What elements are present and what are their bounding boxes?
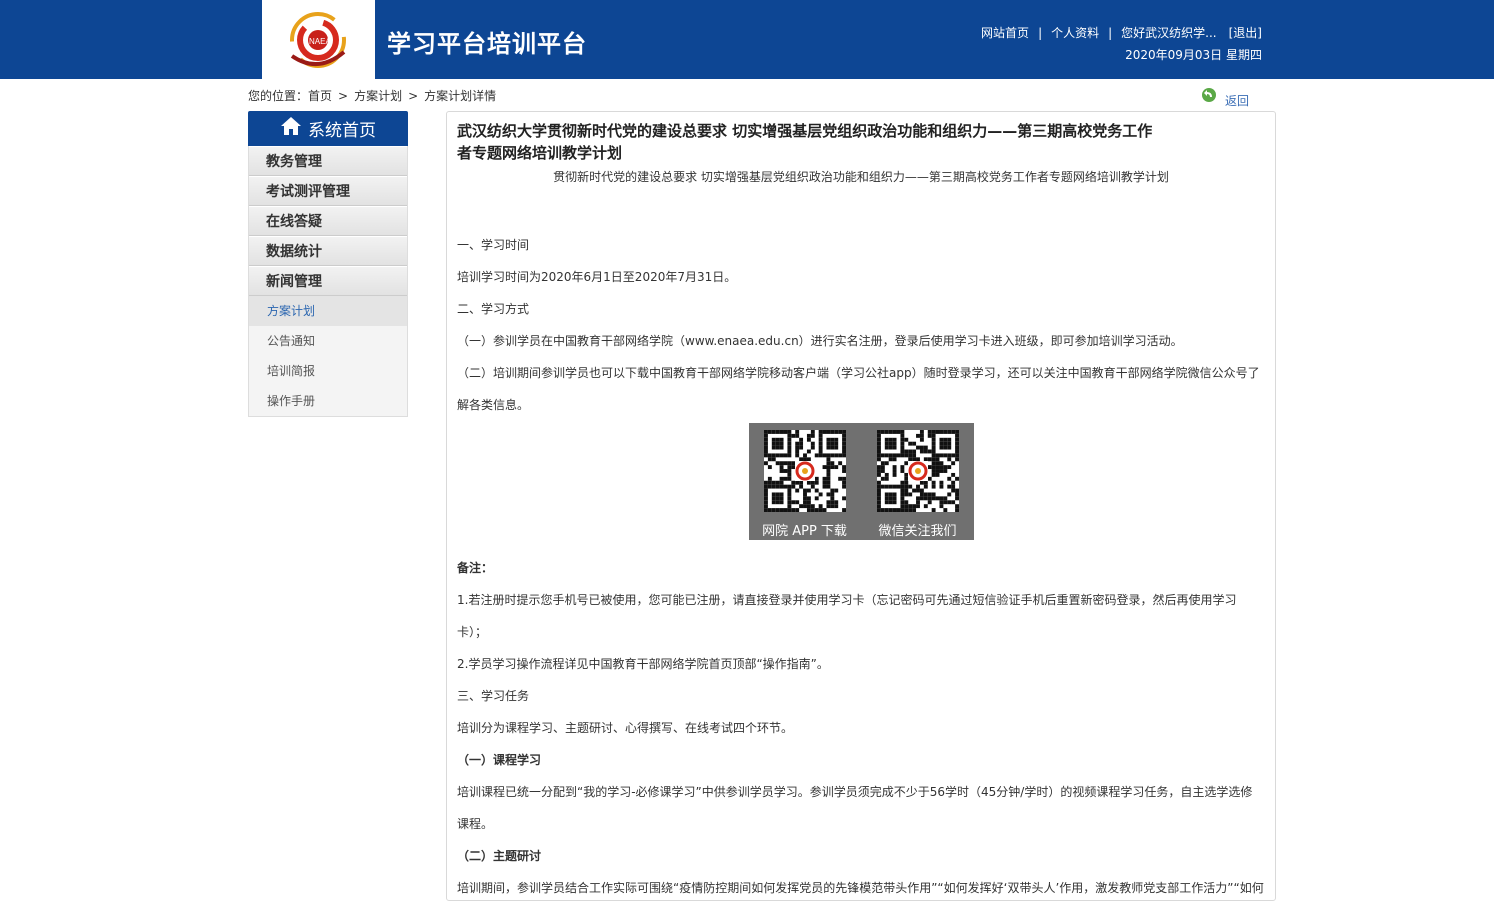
- qr-panel: 网院 APP 下载 微信关注我们: [748, 423, 974, 540]
- sidebar-item-stats[interactable]: 数据统计: [249, 236, 407, 266]
- breadcrumb-plans[interactable]: 方案计划: [354, 89, 402, 103]
- plan-subtitle: 贯彻新时代党的建设总要求 切实增强基层党组织政治功能和组织力——第三期高校党务工…: [553, 170, 1169, 184]
- sidebar-item-news[interactable]: 新闻管理: [249, 266, 407, 296]
- section-heading: 二、学习方式: [457, 302, 530, 316]
- home-link[interactable]: 网站首页: [981, 24, 1029, 41]
- home-icon: [280, 116, 302, 141]
- sidebar-home-button[interactable]: 系统首页: [248, 111, 408, 146]
- user-greeting[interactable]: 您好武汉纺织学...: [1121, 24, 1216, 41]
- sidebar-menu: 教务管理 考试测评管理 在线答疑 数据统计 新闻管理 方案计划 公告通知 培训简…: [248, 146, 408, 417]
- section-heading: 一、学习时间: [457, 238, 530, 252]
- breadcrumb-separator: >: [338, 89, 349, 103]
- paragraph: （一）参训学员在中国教育干部网络学院（www.enaea.edu.cn）进行实名…: [457, 334, 1183, 348]
- sidebar-sub-briefings[interactable]: 培训简报: [249, 356, 407, 386]
- paragraph: 培训学习时间为2020年6月1日至2020年7月31日。: [457, 270, 737, 284]
- paragraph: 培训分为课程学习、主题研讨、心得撰写、在线考试四个环节。: [457, 721, 794, 735]
- app-qr-caption: 网院 APP 下载: [762, 524, 847, 539]
- paragraph: 解各类信息。: [457, 398, 530, 412]
- back-arrow-icon: [1201, 87, 1217, 103]
- back-label: 返回: [1225, 94, 1250, 108]
- svg-text:NAEA: NAEA: [309, 37, 331, 46]
- sidebar-sub-notices[interactable]: 公告通知: [249, 326, 407, 356]
- section-heading: 三、学习任务: [457, 689, 530, 703]
- nav-separator: |: [1038, 25, 1043, 40]
- breadcrumb-separator: >: [408, 89, 419, 103]
- subsection-heading: （二）主题研讨: [457, 849, 542, 863]
- note-item: 卡）；: [457, 625, 488, 639]
- subsection-heading: （一）课程学习: [457, 753, 542, 767]
- sidebar-sub-manual[interactable]: 操作手册: [249, 386, 407, 416]
- paragraph: （二）培训期间参训学员也可以下载中国教育干部网络学院移动客户端（学习公社app）…: [457, 366, 1260, 380]
- sidebar-item-exams[interactable]: 考试测评管理: [249, 176, 407, 206]
- paragraph: 课程。: [457, 817, 494, 831]
- plan-detail-panel: 武汉纺织大学贯彻新时代党的建设总要求 切实增强基层党组织政治功能和组织力——第三…: [446, 111, 1276, 901]
- wechat-qr-caption: 微信关注我们: [878, 524, 957, 539]
- logout-link[interactable]: [退出]: [1229, 24, 1262, 41]
- sidebar-item-academic[interactable]: 教务管理: [249, 146, 407, 176]
- note-item: 2.学员学习操作流程详见中国教育干部网络学院首页顶部“操作指南”。: [457, 657, 829, 671]
- note-item: 1.若注册时提示您手机号已被使用，您可能已注册，请直接登录并使用学习卡（忘记密码…: [457, 593, 1237, 607]
- site-title: 学习平台培训平台: [387, 30, 587, 58]
- nav-separator: |: [1108, 25, 1113, 40]
- breadcrumb: 您的位置：首页 > 方案计划 > 方案计划详情: [248, 87, 496, 104]
- breadcrumb-current: 方案计划详情: [424, 89, 497, 103]
- plan-title: 武汉纺织大学贯彻新时代党的建设总要求 切实增强基层党组织政治功能和组织力——第三…: [457, 122, 1153, 162]
- current-date: 2020年09月03日 星期四: [1125, 48, 1262, 62]
- top-nav: 网站首页 | 个人资料 | 您好武汉纺织学... [退出]: [981, 24, 1262, 41]
- sidebar: 系统首页 教务管理 考试测评管理 在线答疑 数据统计 新闻管理 方案计划 公告通…: [248, 111, 408, 417]
- app-download-qr: 网院 APP 下载: [749, 423, 861, 540]
- breadcrumb-prefix: 您的位置：: [248, 89, 309, 103]
- back-button[interactable]: 返回: [1201, 86, 1249, 108]
- qr-code-area: 网院 APP 下载 微信关注我们: [457, 423, 1265, 540]
- site-logo[interactable]: NAEA: [262, 0, 375, 79]
- wechat-qr-code-icon: [876, 430, 959, 512]
- sidebar-item-qa[interactable]: 在线答疑: [249, 206, 407, 236]
- app-qr-code-icon: [763, 430, 846, 512]
- sidebar-home-label: 系统首页: [308, 121, 376, 141]
- paragraph: 培训课程已统一分配到“我的学习-必修课学习”中供参训学员学习。参训学员须完成不少…: [457, 785, 1253, 799]
- naea-logo-icon: NAEA: [290, 12, 346, 68]
- profile-link[interactable]: 个人资料: [1051, 24, 1099, 41]
- top-header: NAEA 学习平台培训平台 网站首页 | 个人资料 | 您好武汉纺织学... […: [0, 0, 1496, 79]
- note-label: 备注：: [457, 561, 494, 575]
- breadcrumb-home[interactable]: 首页: [308, 89, 332, 103]
- paragraph: 培训期间，参训学员结合工作实际可围绕“疫情防控期间如何发挥党员的先锋模范带头作用…: [457, 881, 1264, 895]
- sidebar-sub-plans[interactable]: 方案计划: [249, 296, 407, 326]
- wechat-qr: 微信关注我们: [862, 423, 974, 540]
